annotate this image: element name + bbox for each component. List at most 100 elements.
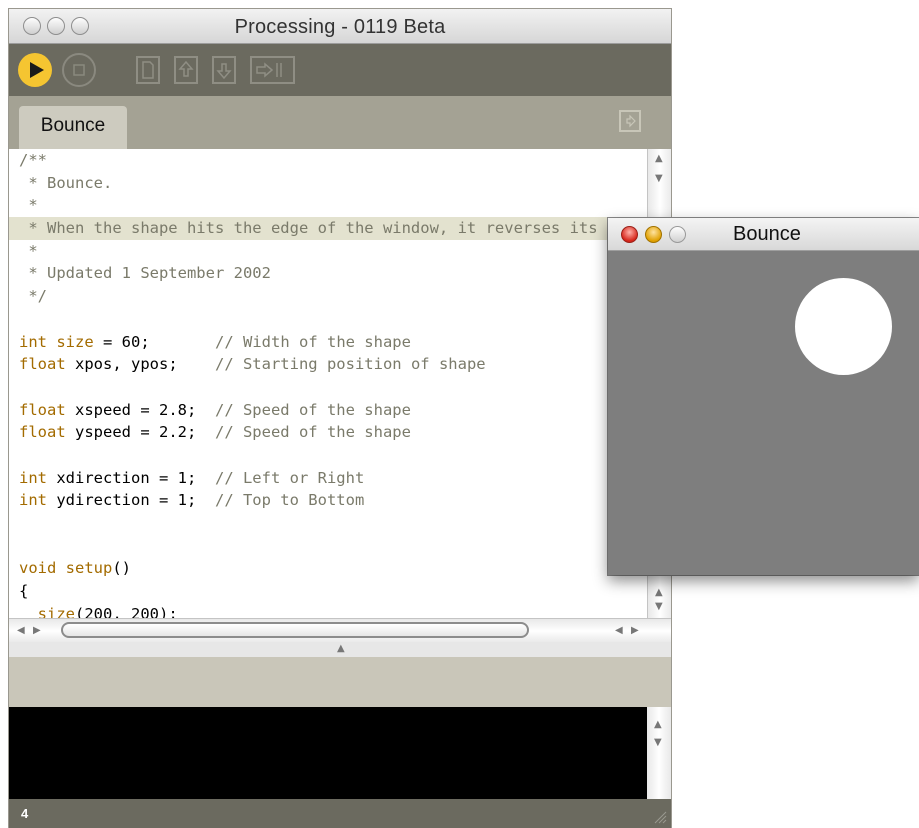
code-token-plain: xpos, ypos; xyxy=(65,355,215,374)
open-button[interactable] xyxy=(174,56,198,84)
bouncing-ball xyxy=(795,278,892,375)
code-line: float xspeed = 2.8; // Speed of the shap… xyxy=(9,399,647,422)
code-line: * xyxy=(9,240,647,263)
tab-menu-arrow-icon xyxy=(626,114,636,128)
code-token-kw: int xyxy=(19,491,47,510)
stop-icon xyxy=(73,64,85,76)
code-line: size(200, 200); xyxy=(9,603,647,618)
console-output[interactable] xyxy=(9,707,647,799)
code-token-comment: // Speed of the shape xyxy=(214,423,411,442)
code-token-plain: { xyxy=(19,582,29,601)
line-number: 4 xyxy=(21,806,29,821)
save-icon xyxy=(216,63,232,80)
run-button[interactable] xyxy=(18,53,52,87)
code-token-plain: xspeed = 2.8; xyxy=(65,400,215,419)
window-title: Processing - 0119 Beta xyxy=(234,16,446,38)
code-token-comment: // Top to Bottom xyxy=(214,491,365,510)
splitter-handle[interactable]: ▲ xyxy=(9,642,671,658)
code-token-comment: */ xyxy=(19,287,47,306)
code-token-comment: * Bounce. xyxy=(19,173,113,192)
code-line: */ xyxy=(9,285,647,308)
code-line: void setup() xyxy=(9,557,647,580)
code-editor[interactable]: /** * Bounce. * * When the shape hits th… xyxy=(9,149,647,618)
code-token-kw: float xyxy=(19,400,66,419)
code-token-plain: (200, 200); xyxy=(75,604,178,618)
message-area xyxy=(9,657,671,707)
scroll-left-icon[interactable]: ◀ xyxy=(17,625,25,636)
export-button[interactable] xyxy=(250,56,295,84)
tab-bar: Bounce xyxy=(9,96,671,149)
code-line: float yspeed = 2.2; // Speed of the shap… xyxy=(9,421,647,444)
code-token-plain: = 60; xyxy=(93,332,215,351)
tab-menu-button[interactable] xyxy=(619,110,641,132)
scroll-right-icon[interactable]: ▶ xyxy=(33,625,41,636)
code-token-kw: float xyxy=(19,355,66,374)
tab-bounce[interactable]: Bounce xyxy=(19,106,127,149)
code-token-plain: () xyxy=(112,559,131,578)
code-token-comment: // Width of the shape xyxy=(215,332,411,351)
toolbar xyxy=(9,44,671,96)
sketch-zoom-button[interactable] xyxy=(669,226,686,243)
code-token-comment: // Left or Right xyxy=(214,468,365,487)
new-button[interactable] xyxy=(136,56,160,84)
stop-button[interactable] xyxy=(62,53,96,87)
code-token-comment: // Speed of the shape xyxy=(214,400,411,419)
code-token-plain: ydirection = 1; xyxy=(47,491,215,510)
sketch-window: Bounce xyxy=(608,218,919,575)
chevron-up-icon[interactable]: ▲ xyxy=(337,643,345,654)
console-scrollbar[interactable]: ▲ ▼ xyxy=(647,707,671,799)
scroll-up-icon[interactable]: ▲ xyxy=(655,153,663,164)
code-token-fn: size xyxy=(47,332,94,351)
code-token-fn: setup xyxy=(56,559,113,578)
code-line: * When the shape hits the edge of the wi… xyxy=(9,217,647,240)
horizontal-scroll-thumb[interactable] xyxy=(61,622,529,638)
main-titlebar[interactable]: Processing - 0119 Beta xyxy=(9,9,671,44)
code-line: { xyxy=(9,580,647,603)
code-line: /** xyxy=(9,149,647,172)
scroll-down-icon[interactable]: ▼ xyxy=(655,601,663,612)
code-line: float xpos, ypos; // Starting position o… xyxy=(9,353,647,376)
editor-horizontal-scrollbar[interactable]: ◀ ▶ ◀ ▶ xyxy=(9,618,671,643)
code-token-plain: yspeed = 2.2; xyxy=(65,423,215,442)
save-button[interactable] xyxy=(212,56,236,84)
code-token-comment: /** xyxy=(19,151,47,169)
scroll-right-icon[interactable]: ▶ xyxy=(631,625,639,636)
scroll-left-icon[interactable]: ◀ xyxy=(615,625,623,636)
scroll-up-icon[interactable]: ▲ xyxy=(654,719,662,730)
line-status-bar: 4 xyxy=(9,799,671,828)
code-token-plain: xdirection = 1; xyxy=(47,468,215,487)
code-line: int size = 60; // Width of the shape xyxy=(9,331,647,354)
sketch-titlebar[interactable]: Bounce xyxy=(608,218,919,251)
code-line: * Bounce. xyxy=(9,172,647,195)
code-token-comment: * xyxy=(19,241,38,260)
code-token-comment: // Starting position of shape xyxy=(214,355,486,374)
sketch-close-button[interactable] xyxy=(621,226,638,243)
open-icon xyxy=(178,60,194,77)
code-token-kw: float xyxy=(19,423,66,442)
code-line: int xdirection = 1; // Left or Right xyxy=(9,467,647,490)
sketch-minimize-button[interactable] xyxy=(645,226,662,243)
scroll-up-icon[interactable]: ▲ xyxy=(655,587,663,598)
processing-window: Processing - 0119 Beta Bounce /** * Boun… xyxy=(9,9,671,828)
export-icon xyxy=(256,62,282,78)
code-token-comment: * xyxy=(19,196,38,215)
resize-grip-icon[interactable] xyxy=(653,810,667,824)
code-token-comment: * Updated 1 September 2002 xyxy=(19,264,271,283)
code-token-comment: * When the shape hits the edge of the wi… xyxy=(19,219,647,238)
code-token-kw: int xyxy=(19,468,47,487)
code-line: * xyxy=(9,194,647,217)
scroll-down-icon[interactable]: ▼ xyxy=(655,173,663,184)
code-token-kw: void xyxy=(19,559,57,578)
run-icon xyxy=(30,62,44,78)
new-icon xyxy=(142,61,154,79)
code-text: /** * Bounce. * * When the shape hits th… xyxy=(9,149,647,618)
code-token-fn: size xyxy=(37,604,75,618)
scroll-down-icon[interactable]: ▼ xyxy=(654,737,662,748)
code-token-kw: int xyxy=(19,332,47,351)
sketch-title: Bounce xyxy=(733,223,801,245)
